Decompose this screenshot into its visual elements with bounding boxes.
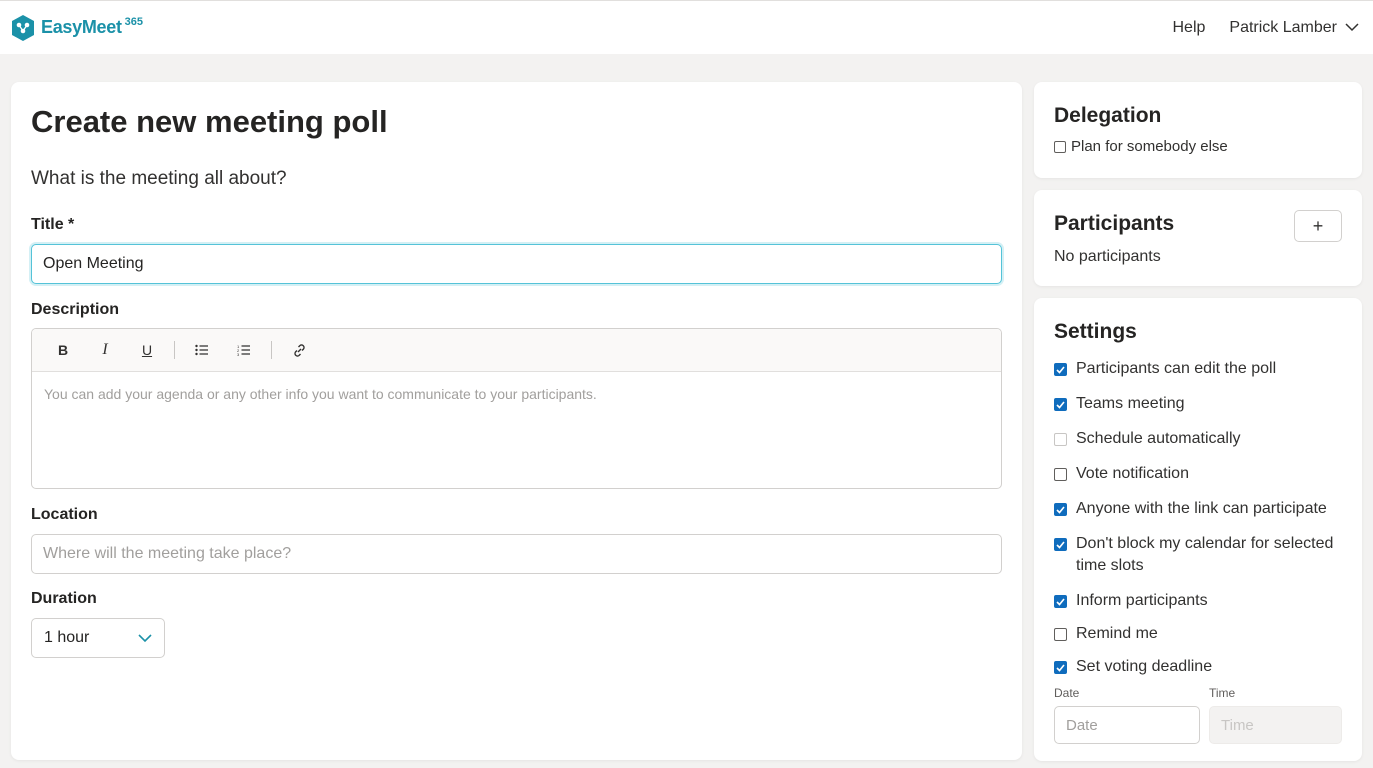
setting-checkbox[interactable]: Schedule automatically (1054, 428, 1342, 450)
toolbar-divider (174, 341, 175, 359)
deadline-inputs (1054, 706, 1342, 744)
setting-label: Anyone with the link can participate (1076, 500, 1327, 517)
description-editor: B I U 1 2 3 You can add your agenda or a… (31, 328, 1002, 489)
setting-checkbox[interactable]: Remind me (1054, 623, 1342, 645)
setting-label: Schedule automatically (1076, 430, 1241, 447)
chevron-down-icon (1345, 23, 1359, 32)
duration-label: Duration (31, 590, 97, 607)
page-title: Create new meeting poll (31, 104, 388, 139)
settings-card: Settings Participants can edit the poll T… (1034, 298, 1362, 761)
checkbox-icon (1054, 468, 1067, 481)
underline-icon: U (141, 342, 153, 358)
bold-button[interactable]: B (48, 336, 78, 364)
plus-icon: + (1312, 215, 1324, 236)
checkbox-checked-icon (1054, 595, 1067, 608)
chevron-down-icon (138, 633, 152, 642)
top-bar: EasyMeet 365 Help Patrick Lamber (0, 0, 1373, 54)
setting-checkbox[interactable]: Don't block my calendar for selected tim… (1054, 533, 1342, 577)
brand-name: EasyMeet (41, 17, 122, 37)
delegation-card: Delegation Plan for somebody else (1034, 82, 1362, 178)
form-subtitle: What is the meeting all about? (31, 168, 287, 189)
numbered-list-icon: 1 2 3 (237, 344, 250, 356)
checkbox-checked-icon (1054, 538, 1067, 551)
setting-label: Participants can edit the poll (1076, 360, 1277, 377)
location-input[interactable] (31, 534, 1002, 574)
setting-checkbox[interactable]: Inform participants (1054, 590, 1342, 612)
numbered-list-button[interactable]: 1 2 3 (229, 336, 259, 364)
setting-label: Inform participants (1076, 592, 1208, 609)
setting-label: Set voting deadline (1076, 658, 1213, 675)
top-nav: Help Patrick Lamber (1173, 19, 1360, 37)
title-input[interactable] (31, 244, 1002, 284)
duration-select[interactable]: 1 hour (31, 618, 165, 658)
checkbox-checked-icon (1054, 398, 1067, 411)
add-participant-button[interactable]: + (1294, 210, 1342, 242)
brand-superscript: 365 (124, 15, 144, 28)
description-label: Description (31, 301, 120, 318)
checkbox-icon (1054, 433, 1067, 446)
setting-label: Teams meeting (1076, 395, 1185, 412)
duration-value: 1 hour (44, 629, 90, 646)
bullet-list-button[interactable] (187, 336, 217, 364)
user-name: Patrick Lamber (1229, 18, 1337, 36)
delegation-title: Delegation (1054, 104, 1162, 127)
description-input[interactable]: You can add your agenda or any other inf… (32, 372, 1001, 416)
checkbox-icon (1054, 628, 1067, 641)
user-menu[interactable]: Patrick Lamber (1229, 19, 1359, 37)
location-label: Location (31, 506, 98, 523)
poll-form-card: Create new meeting poll What is the meet… (11, 82, 1022, 760)
setting-label: Remind me (1076, 625, 1158, 642)
setting-label: Vote notification (1076, 465, 1189, 482)
participants-card: Participants + No participants (1034, 190, 1362, 286)
link-button[interactable] (284, 336, 314, 364)
italic-button[interactable]: I (90, 336, 120, 364)
time-input[interactable] (1209, 706, 1342, 744)
setting-checkbox[interactable]: Teams meeting (1054, 393, 1342, 415)
toolbar-divider (271, 341, 272, 359)
plan-for-somebody-label: Plan for somebody else (1071, 138, 1228, 155)
time-label: Time (1209, 686, 1236, 700)
settings-title: Settings (1054, 320, 1137, 343)
checkbox-checked-icon (1054, 363, 1067, 376)
title-label: Title * (31, 216, 75, 233)
setting-checkbox[interactable]: Set voting deadline (1054, 656, 1342, 678)
help-link[interactable]: Help (1173, 19, 1206, 37)
underline-button[interactable]: U (132, 336, 162, 364)
link-icon (293, 343, 305, 357)
bold-icon: B (57, 342, 69, 358)
bullet-list-icon (195, 344, 208, 356)
brand[interactable]: EasyMeet 365 (10, 14, 143, 42)
easymeet-logo-icon (12, 14, 34, 41)
checkbox-checked-icon (1054, 503, 1067, 516)
settings-list: Participants can edit the poll Teams meet… (1054, 358, 1342, 678)
setting-checkbox[interactable]: Anyone with the link can participate (1054, 498, 1342, 520)
italic-icon: I (102, 341, 108, 358)
checkbox-icon (1054, 141, 1066, 153)
setting-checkbox[interactable]: Vote notification (1054, 463, 1342, 485)
plan-for-somebody-checkbox[interactable]: Plan for somebody else (1054, 138, 1342, 155)
setting-label: Don't block my calendar for selected tim… (1076, 535, 1334, 574)
deadline-labels: Date Time (1054, 686, 1342, 700)
date-label: Date (1054, 686, 1080, 700)
setting-checkbox[interactable]: Participants can edit the poll (1054, 358, 1342, 380)
svg-text:3: 3 (237, 352, 240, 356)
editor-toolbar: B I U 1 2 3 (32, 329, 1001, 372)
checkbox-checked-icon (1054, 661, 1067, 674)
date-input[interactable] (1054, 706, 1200, 744)
no-participants-text: No participants (1054, 248, 1161, 265)
